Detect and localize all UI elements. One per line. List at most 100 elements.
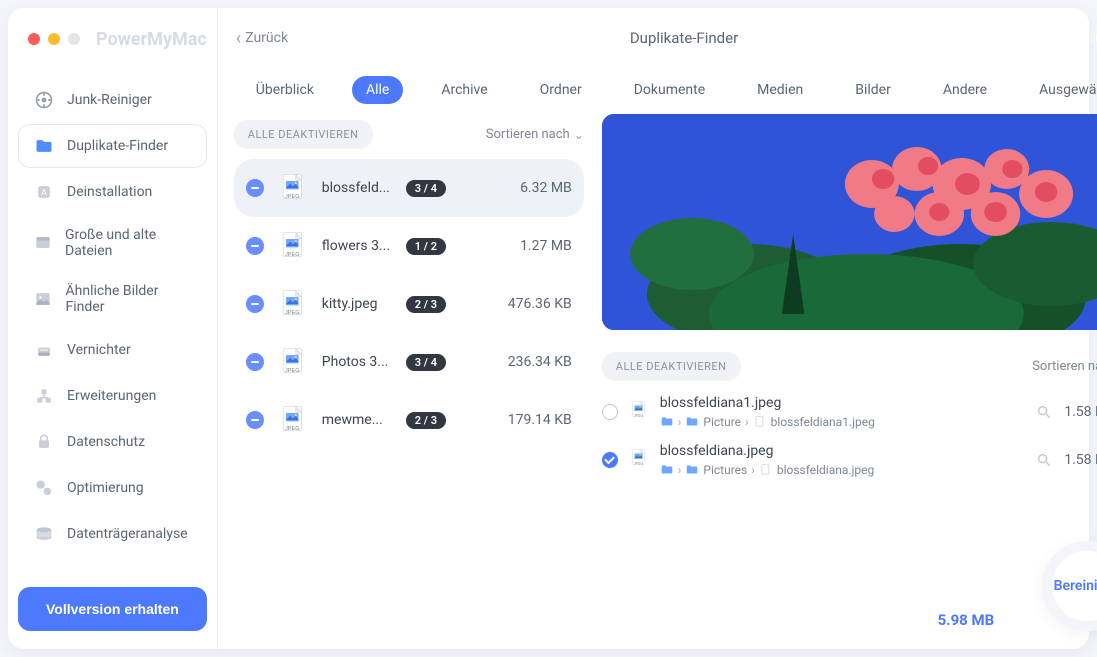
jpeg-icon <box>630 401 648 423</box>
app-icon: A <box>33 181 55 203</box>
group-size: 179.14 KB <box>488 412 572 428</box>
tab-dokumente[interactable]: Dokumente <box>620 76 719 104</box>
box-icon <box>33 232 53 254</box>
folder-icon <box>660 463 674 477</box>
sort-label: Sortieren nach <box>486 127 570 142</box>
sort-label: Sortieren nach <box>1032 359 1097 374</box>
shredder-icon <box>33 339 55 361</box>
sidebar: PowerMyMac Junk-Reiniger Duplikate-Finder… <box>8 8 218 649</box>
page-title: Duplikate-Finder <box>218 29 1097 47</box>
detail-deselect-button[interactable]: ALLE DEAKTIVIEREN <box>602 352 741 381</box>
jpeg-icon <box>630 449 648 471</box>
tab-ausgewählt[interactable]: Ausgewählt <box>1025 76 1097 104</box>
sidebar-item-3[interactable]: Große und alte Dateien <box>18 216 207 270</box>
group-name: Photos 3... <box>322 354 392 370</box>
preview-image <box>602 114 1097 330</box>
duplicate-groups: ALLE DEAKTIVIEREN Sortieren nach ⌄ bloss… <box>234 114 584 629</box>
tab-bilder[interactable]: Bilder <box>841 76 905 104</box>
sidebar-item-label: Vernichter <box>67 342 131 358</box>
tab-medien[interactable]: Medien <box>743 76 817 104</box>
group-row[interactable]: blossfeld...3 / 46.32 MB <box>234 159 584 217</box>
group-row[interactable]: mewme... 2 / 3 179.14 KB <box>234 391 584 449</box>
sidebar-item-0[interactable]: Junk-Reiniger <box>18 78 207 122</box>
remove-icon[interactable] <box>246 295 264 313</box>
disk-icon <box>33 523 55 545</box>
file-name: blossfeldiana.jpeg <box>660 443 1024 459</box>
tab-überblick[interactable]: Überblick <box>242 76 328 104</box>
chevron-down-icon: ⌄ <box>574 128 584 142</box>
checkbox[interactable] <box>602 452 618 468</box>
sidebar-item-2[interactable]: A Deinstallation <box>18 170 207 214</box>
group-name: kitty.jpeg <box>322 296 392 312</box>
tab-archive[interactable]: Archive <box>427 76 501 104</box>
detail-sort-button[interactable]: Sortieren nach ⌄ <box>1032 359 1097 374</box>
folder-icon <box>660 415 674 429</box>
svg-text:A: A <box>41 188 47 198</box>
remove-icon[interactable] <box>246 179 264 197</box>
planet-icon <box>33 477 55 499</box>
sidebar-item-label: Große und alte Dateien <box>65 227 192 259</box>
back-button[interactable]: ‹ Zurück <box>236 28 288 49</box>
document-icon <box>753 415 767 429</box>
sidebar-item-6[interactable]: Erweiterungen <box>18 374 207 418</box>
sidebar-item-4[interactable]: Ähnliche Bilder Finder <box>18 272 207 326</box>
tab-ordner[interactable]: Ordner <box>526 76 596 104</box>
group-size: 236.34 KB <box>488 354 572 370</box>
file-row[interactable]: blossfeldiana.jpeg ›Pictures›blossfeldian… <box>602 443 1097 477</box>
checkbox[interactable] <box>602 404 618 420</box>
sidebar-item-label: Deinstallation <box>67 184 152 200</box>
group-row[interactable]: Photos 3...3 / 4236.34 KB <box>234 333 584 391</box>
sidebar-item-5[interactable]: Vernichter <box>18 328 207 372</box>
remove-icon[interactable] <box>246 411 264 429</box>
help-button[interactable]: ? <box>1090 20 1097 56</box>
sidebar-item-label: Duplikate-Finder <box>67 138 168 154</box>
app-window: PowerMyMac Junk-Reiniger Duplikate-Finder… <box>8 8 1089 649</box>
sidebar-item-label: Ähnliche Bilder Finder <box>66 283 192 315</box>
deselect-all-button[interactable]: ALLE DEAKTIVIEREN <box>234 120 373 149</box>
selection-ratio: 2 / 3 <box>406 412 446 429</box>
tab-andere[interactable]: Andere <box>929 76 1001 104</box>
close-dot[interactable] <box>28 33 40 45</box>
jpeg-icon <box>278 347 308 377</box>
fullversion-button[interactable]: Vollversion erhalten <box>18 587 207 631</box>
sidebar-item-label: Junk-Reiniger <box>67 92 152 108</box>
remove-icon[interactable] <box>246 353 264 371</box>
group-name: flowers 3... <box>322 238 392 254</box>
image-icon <box>33 288 54 310</box>
group-row[interactable]: kitty.jpeg2 / 3476.36 KB <box>234 275 584 333</box>
sidebar-item-label: Optimierung <box>67 480 144 496</box>
magnify-icon[interactable] <box>1036 404 1052 420</box>
jpeg-icon <box>278 289 308 319</box>
selected-total: 5.98 MB <box>938 611 995 629</box>
main: ‹ Zurück Duplikate-Finder ? Überblick All… <box>218 8 1097 649</box>
sidebar-item-9[interactable]: Datenträgeranalyse <box>18 512 207 556</box>
group-size: 476.36 KB <box>488 296 572 312</box>
minimize-dot[interactable] <box>48 33 60 45</box>
jpeg-icon <box>278 173 308 203</box>
file-name: blossfeldiana1.jpeg <box>660 395 1024 411</box>
sidebar-item-7[interactable]: Datenschutz <box>18 420 207 464</box>
sort-button[interactable]: Sortieren nach ⌄ <box>486 127 584 142</box>
extensions-icon <box>33 385 55 407</box>
sidebar-item-label: Datenträgeranalyse <box>67 526 188 542</box>
file-path: ›Pictures›blossfeldiana.jpeg <box>660 463 1024 477</box>
sidebar-item-8[interactable]: Optimierung <box>18 466 207 510</box>
remove-icon[interactable] <box>246 237 264 255</box>
sidebar-item-1[interactable]: Duplikate-Finder <box>18 124 207 168</box>
window-controls[interactable] <box>18 33 80 45</box>
selection-ratio: 3 / 4 <box>406 180 446 197</box>
folder-icon <box>33 135 55 157</box>
tab-alle[interactable]: Alle <box>352 76 403 104</box>
back-label: Zurück <box>245 30 288 46</box>
magnify-icon[interactable] <box>1036 452 1052 468</box>
detail-panel: ALLE DEAKTIVIEREN Sortieren nach ⌄ bloss… <box>602 114 1097 629</box>
document-icon <box>759 463 773 477</box>
brand-label: PowerMyMac <box>96 29 207 50</box>
group-row[interactable]: flowers 3...1 / 21.27 MB <box>234 217 584 275</box>
maximize-dot[interactable] <box>68 33 80 45</box>
group-name: blossfeld... <box>322 180 392 196</box>
group-name: mewme... <box>322 412 392 428</box>
file-row[interactable]: blossfeldiana1.jpeg›Picture›blossfeldian… <box>602 395 1097 429</box>
filter-tabs: Überblick Alle Archive Ordner Dokumente Medie… <box>218 64 1097 114</box>
group-list: blossfeld...3 / 46.32 MBflowers 3...1 / … <box>234 159 584 629</box>
